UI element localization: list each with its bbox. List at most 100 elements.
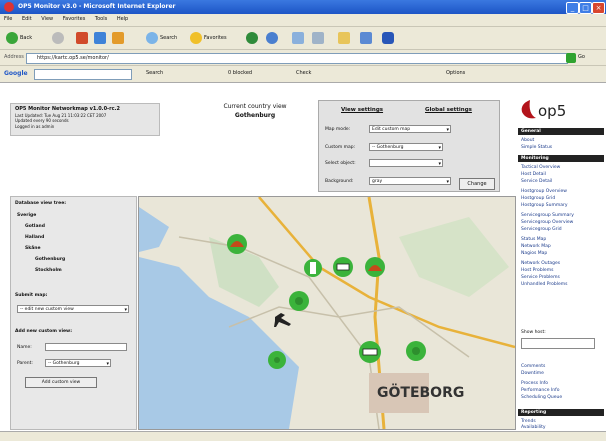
menu-view[interactable]: View xyxy=(37,14,57,24)
favorites-button[interactable]: Favorites xyxy=(190,31,227,45)
host-status-warning[interactable] xyxy=(365,257,385,277)
host-status-ok[interactable] xyxy=(268,351,286,369)
tree-item-stockholm[interactable]: Stockholm xyxy=(35,268,62,273)
folder-button[interactable] xyxy=(338,31,350,45)
host-status-pending[interactable] xyxy=(359,341,381,363)
host-status-warning[interactable] xyxy=(227,234,247,254)
host-status-ok[interactable] xyxy=(289,291,309,311)
google-search-button[interactable]: Search xyxy=(146,70,163,76)
menu-edit[interactable]: Edit xyxy=(18,14,36,24)
window-titlebar: OP5 Monitor v3.0 - Microsoft Internet Ex… xyxy=(0,0,606,14)
stop-icon xyxy=(76,32,88,44)
link-unhandled-problems[interactable]: Unhandled Problems xyxy=(521,282,568,287)
host-status-ok[interactable] xyxy=(406,341,426,361)
link-servicegroup-summary[interactable]: Servicegroup Summary xyxy=(521,213,574,218)
link-host-problems[interactable]: Host Problems xyxy=(521,268,553,273)
tree-item-halland[interactable]: Halland xyxy=(25,235,44,240)
link-network-outages[interactable]: Network Outages xyxy=(521,261,560,266)
link-service-detail[interactable]: Service Detail xyxy=(521,179,552,184)
search-button[interactable]: Search xyxy=(146,31,177,45)
menu-tools[interactable]: Tools xyxy=(91,14,111,24)
address-input[interactable]: https://kartc.op5.se/monitor/ xyxy=(26,53,568,64)
link-host-detail[interactable]: Host Detail xyxy=(521,172,546,177)
parent-select[interactable]: -- Gothenburg xyxy=(45,359,111,368)
home-button[interactable] xyxy=(112,31,124,45)
go-button[interactable]: Go xyxy=(578,54,585,60)
custom-map-select[interactable]: -- Gothenburg xyxy=(369,143,443,152)
select-object-select[interactable] xyxy=(369,159,443,168)
google-options-button[interactable]: Options xyxy=(446,70,465,76)
map-city-label: GÖTEBORG xyxy=(377,383,464,401)
tree-item-gothenburg[interactable]: Gothenburg xyxy=(35,257,65,262)
history-button[interactable] xyxy=(266,31,278,45)
name-label: Name: xyxy=(17,345,32,350)
refresh-button[interactable] xyxy=(94,31,106,45)
tree-item-sverige[interactable]: Sverige xyxy=(17,213,36,218)
maximize-button[interactable]: □ xyxy=(579,2,592,14)
media-button[interactable] xyxy=(246,31,258,45)
link-about[interactable]: About xyxy=(521,138,534,143)
forward-button[interactable] xyxy=(52,31,64,45)
minimize-button[interactable]: _ xyxy=(566,2,579,14)
link-downtime[interactable]: Downtime xyxy=(521,371,544,376)
map-canvas[interactable]: GÖTEBORG xyxy=(139,197,515,429)
link-performance-info[interactable]: Performance Info xyxy=(521,388,559,393)
close-button[interactable]: × xyxy=(592,2,605,14)
bluetooth-button[interactable] xyxy=(382,31,394,45)
submit-map-select[interactable]: -- edit new custom view xyxy=(17,305,129,314)
tree-item-skane[interactable]: Skåne xyxy=(25,246,41,251)
print-button[interactable] xyxy=(312,31,324,45)
link-servicegroup-overview[interactable]: Servicegroup Overview xyxy=(521,220,573,225)
show-host-input[interactable] xyxy=(521,338,595,349)
pending-icon xyxy=(336,263,350,271)
background-select[interactable]: gray xyxy=(369,177,451,186)
link-availability[interactable]: Availability xyxy=(521,425,546,430)
network-map[interactable]: GÖTEBORG xyxy=(138,196,516,430)
mail-button[interactable] xyxy=(292,31,304,45)
history-icon xyxy=(266,32,278,44)
pending-icon xyxy=(362,348,378,356)
link-nagios-map[interactable]: Nagios Map xyxy=(521,251,547,256)
change-button[interactable]: Change xyxy=(459,178,495,190)
link-status-map[interactable]: Status Map xyxy=(521,237,546,242)
link-tactical-overview[interactable]: Tactical Overview xyxy=(521,165,560,170)
op5-logo[interactable]: op5 xyxy=(520,98,600,122)
tree-item-gotland[interactable]: Gotland xyxy=(25,224,45,229)
link-hostgroup-overview[interactable]: Hostgroup Overview xyxy=(521,189,567,194)
menu-favorites[interactable]: Favorites xyxy=(59,14,90,24)
map-mode-select[interactable]: Edit custom map xyxy=(369,125,451,134)
add-custom-view-button[interactable]: Add custom view xyxy=(25,377,97,388)
menu-help[interactable]: Help xyxy=(113,14,132,24)
spell-check-button[interactable]: Check xyxy=(296,70,311,76)
link-process-info[interactable]: Process Info xyxy=(521,381,548,386)
menu-file[interactable]: File xyxy=(0,14,16,24)
link-service-problems[interactable]: Service Problems xyxy=(521,275,560,280)
name-field[interactable] xyxy=(45,343,127,351)
tab-view-settings[interactable]: View settings xyxy=(341,107,383,113)
google-logo[interactable]: Google xyxy=(4,70,28,77)
link-comments[interactable]: Comments xyxy=(521,364,545,369)
left-panel: Database view tree: Sverige Gotland Hall… xyxy=(10,196,137,430)
view-settings-panel: View settings Global settings Map mode: … xyxy=(318,100,500,192)
host-status-pending[interactable] xyxy=(333,257,353,277)
link-scheduling-queue[interactable]: Scheduling Queue xyxy=(521,395,562,400)
window-title: OP5 Monitor v3.0 - Microsoft Internet Ex… xyxy=(18,3,176,10)
go-icon[interactable] xyxy=(566,53,576,63)
mail-icon xyxy=(292,32,304,44)
stop-button[interactable] xyxy=(76,31,88,45)
tab-global-settings[interactable]: Global settings xyxy=(425,107,472,113)
host-status-ok[interactable] xyxy=(304,259,322,277)
add-view-title: Add new custom view: xyxy=(15,329,73,334)
link-hostgroup-summary[interactable]: Hostgroup Summary xyxy=(521,203,568,208)
refresh-icon xyxy=(94,32,106,44)
popup-blocker-button[interactable]: 0 blocked xyxy=(228,70,252,76)
link-hostgroup-grid[interactable]: Hostgroup Grid xyxy=(521,196,555,201)
link-servicegroup-grid[interactable]: Servicegroup Grid xyxy=(521,227,562,232)
link-trends[interactable]: Trends xyxy=(521,419,536,424)
link-simple-status[interactable]: Simple Status xyxy=(521,145,552,150)
link-network-map[interactable]: Network Map xyxy=(521,244,551,249)
messenger-button[interactable] xyxy=(360,31,372,45)
ok-icon xyxy=(310,262,316,274)
back-button[interactable]: Back xyxy=(6,31,32,45)
google-search-input[interactable] xyxy=(34,69,132,80)
